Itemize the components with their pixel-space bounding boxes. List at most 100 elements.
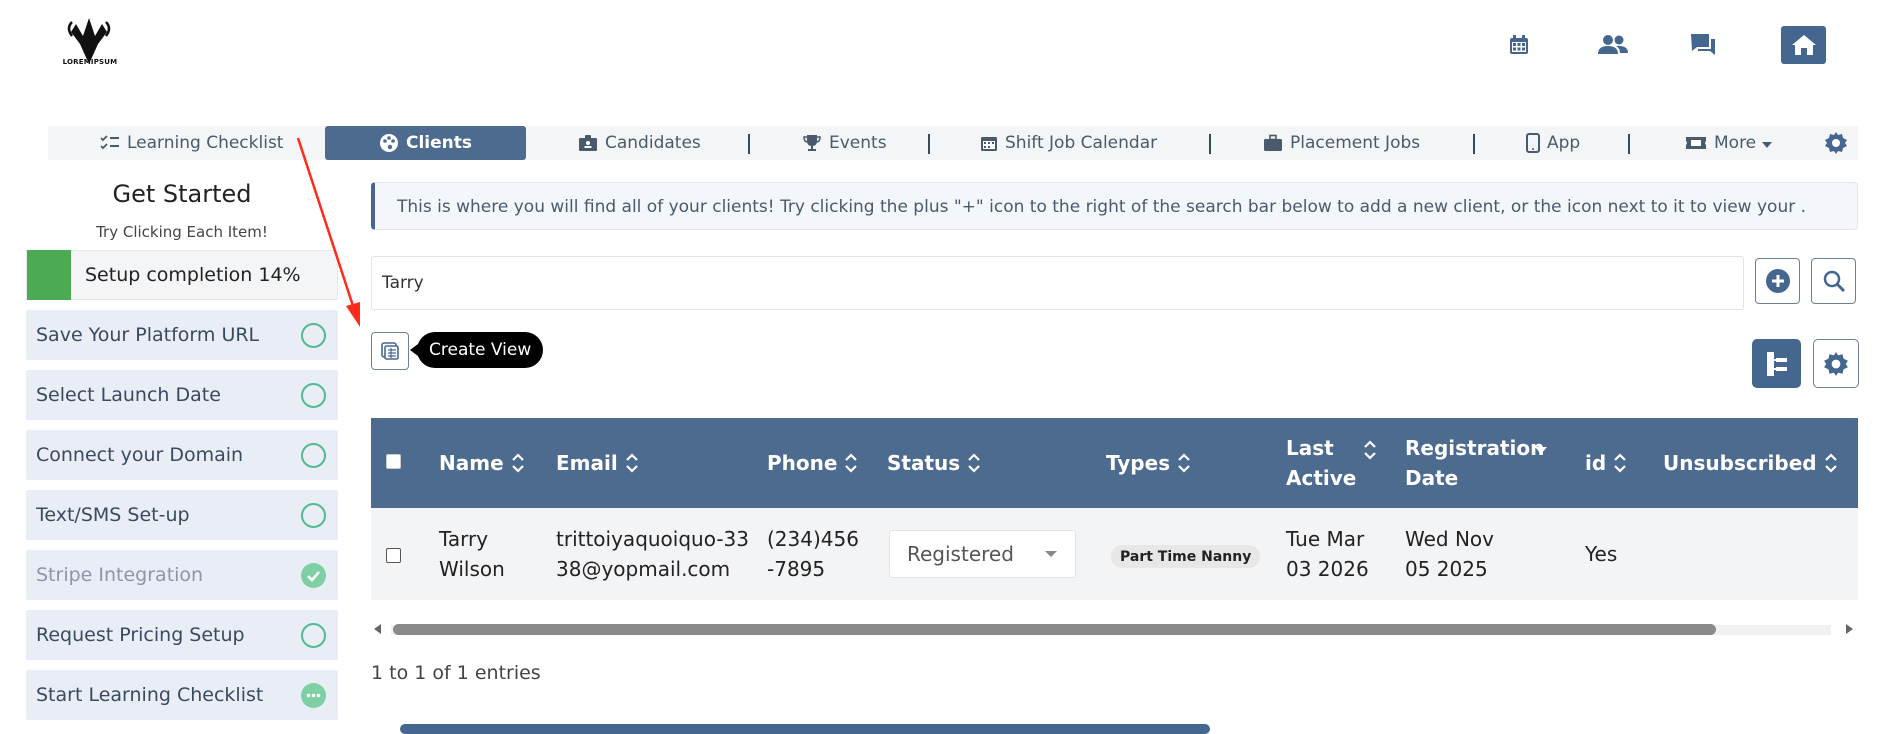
cell-text: Yes (1585, 542, 1618, 566)
cell-registration-date: Wed Nov 05 2025 (1405, 508, 1525, 600)
trophy-icon (802, 134, 822, 152)
status-select[interactable]: Registered (889, 530, 1076, 578)
sort-icon (1364, 438, 1376, 462)
column-header-status[interactable]: Status (887, 418, 980, 508)
caret-down-icon (1045, 551, 1057, 557)
entries-count: 1 to 1 of 1 entries (371, 662, 541, 684)
sidebar-item-label: Select Launch Date (36, 384, 221, 406)
sort-icon (845, 451, 858, 475)
settings-gear-icon[interactable] (1824, 131, 1848, 159)
phone-icon (1526, 133, 1540, 153)
sidebar-item-platform-url[interactable]: Save Your Platform URL (26, 310, 338, 360)
briefcase-icon (1263, 134, 1283, 152)
badge-icon (578, 134, 598, 152)
sort-icon (968, 451, 980, 475)
row-checkbox[interactable] (386, 548, 401, 563)
sort-icon (1178, 451, 1190, 475)
scroll-right-icon[interactable] (1846, 624, 1853, 634)
table-header: Name Email Phone Status Types Last Activ… (371, 418, 1858, 508)
caret-down-icon (1762, 141, 1773, 148)
column-header-phone[interactable]: Phone (767, 418, 858, 508)
cell-unsubscribed: Yes (1585, 508, 1617, 600)
add-client-button[interactable] (1755, 258, 1800, 304)
tab-placement-jobs[interactable]: Placement Jobs (1263, 126, 1420, 160)
tab-label: Events (829, 133, 887, 153)
tab-shift-job-calendar[interactable]: Shift Job Calendar (980, 126, 1157, 160)
column-header-last-active[interactable]: Last Active (1286, 418, 1376, 508)
type-badge: Part Time Nanny (1111, 545, 1261, 568)
people-icon[interactable] (1596, 31, 1630, 59)
table-settings-button[interactable] (1813, 339, 1859, 388)
column-label: id (1585, 451, 1607, 475)
status-circle-icon (301, 623, 326, 648)
tab-label: Clients (405, 133, 472, 153)
chat-icon[interactable] (1689, 31, 1717, 59)
main-tab-bar: Learning Checklist Clients Candidates Ev… (48, 126, 1858, 160)
sidebar-item-stripe[interactable]: Stripe Integration (26, 550, 338, 600)
progress-label: Setup completion 14% (85, 264, 301, 286)
search-icon (1823, 270, 1845, 293)
tab-more[interactable]: More (1685, 126, 1773, 160)
home-button[interactable] (1781, 26, 1826, 64)
tab-app[interactable]: App (1526, 126, 1580, 160)
info-banner: This is where you will find all of your … (371, 182, 1858, 230)
sidebar-item-launch-date[interactable]: Select Launch Date (26, 370, 338, 420)
create-view-button[interactable] (371, 332, 409, 370)
column-label: Last Active (1286, 436, 1357, 490)
search-button[interactable] (1811, 258, 1856, 304)
column-tree-button[interactable] (1752, 339, 1801, 388)
scroll-thumb[interactable] (393, 624, 1716, 635)
column-header-name[interactable]: Name (439, 418, 524, 508)
sort-icon (1614, 451, 1626, 475)
sidebar-item-pricing[interactable]: Request Pricing Setup (26, 610, 338, 660)
column-label: Phone (767, 451, 838, 475)
column-header-types[interactable]: Types (1106, 418, 1190, 508)
hierarchy-icon (1766, 351, 1787, 376)
sidebar-item-label: Stripe Integration (36, 564, 204, 586)
column-label: Email (556, 451, 618, 475)
cell-text: Wed Nov 05 2025 (1405, 527, 1494, 581)
column-header-id[interactable]: id (1585, 418, 1626, 508)
column-label: Name (439, 451, 504, 475)
sort-icon (625, 451, 638, 475)
cell-phone[interactable]: (234)456-7895 (767, 508, 859, 600)
plus-circle-icon (1765, 269, 1790, 293)
sidebar-item-sms[interactable]: Text/SMS Set-up (26, 490, 338, 540)
horizontal-scrollbar[interactable] (371, 621, 1858, 637)
brand-logo: LOREMIPSUM (58, 14, 120, 74)
column-label: Types (1106, 451, 1171, 475)
search-input[interactable]: Tarry (371, 256, 1744, 310)
status-circle-icon (301, 503, 326, 528)
cell-text: Tarry Wilson (439, 527, 505, 581)
sidebar-item-domain[interactable]: Connect your Domain (26, 430, 338, 480)
create-view-tooltip: Create View (409, 332, 544, 368)
select-all-checkbox[interactable] (386, 454, 401, 469)
tab-label: More (1714, 133, 1757, 153)
sidebar-item-learning[interactable]: Start Learning Checklist (26, 670, 338, 720)
sort-icon (511, 451, 524, 475)
cell-email[interactable]: trittoiyaquoiquo-3338@yopmail.com (556, 508, 761, 600)
calendar-icon[interactable] (1505, 31, 1533, 59)
sidebar-item-label: Start Learning Checklist (36, 684, 264, 706)
tab-candidates[interactable]: Candidates (578, 126, 701, 160)
sidebar-item-label: Connect your Domain (36, 444, 244, 466)
cell-name[interactable]: Tarry Wilson (439, 508, 539, 600)
pagination-edge (400, 724, 1210, 734)
column-header-unsubscribed[interactable]: Unsubscribed (1663, 418, 1837, 508)
calendar-icon (980, 134, 998, 152)
column-label: Registration Date (1405, 436, 1545, 490)
scroll-left-icon[interactable] (374, 624, 381, 634)
tab-clients[interactable]: Clients (325, 126, 526, 160)
home-icon (1791, 35, 1816, 55)
tab-events[interactable]: Events (802, 126, 887, 160)
column-header-registration-date[interactable]: Registration Date (1405, 418, 1547, 508)
column-header-email[interactable]: Email (556, 418, 638, 508)
cell-last-active: Tue Mar 03 2026 (1286, 508, 1391, 600)
tab-divider (1473, 134, 1475, 154)
palette-icon (379, 133, 399, 153)
status-circle-icon (301, 443, 326, 468)
tab-divider (1209, 134, 1211, 154)
tab-label: Placement Jobs (1290, 133, 1421, 153)
cell-text: trittoiyaquoiquo-3338@yopmail.com (556, 527, 749, 581)
tab-learning-checklist[interactable]: Learning Checklist (100, 126, 283, 160)
